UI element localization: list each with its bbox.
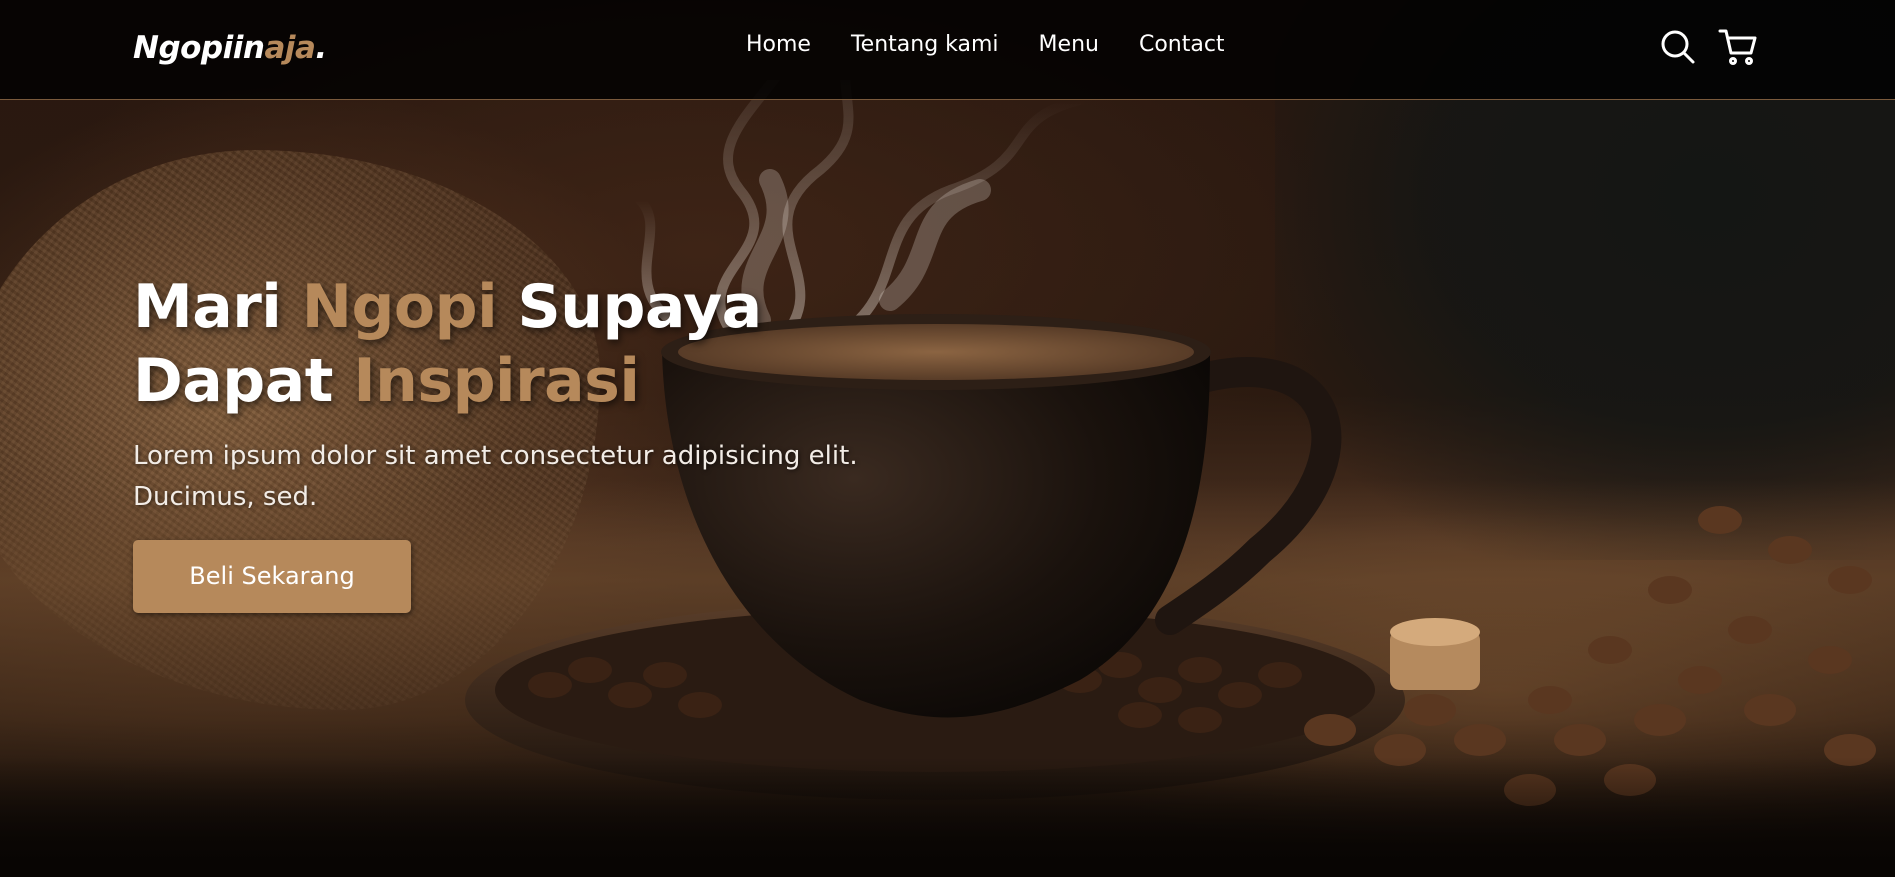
landing-page: Ngopiinaja. Home Tentang kami Menu Conta… xyxy=(0,0,1895,877)
hero-description-line: Ducimus, sed. xyxy=(133,482,318,512)
hero-title-word: Mari xyxy=(133,272,282,342)
nav-link-contact[interactable]: Contact xyxy=(1139,32,1225,57)
brand-name-accent: aja xyxy=(264,30,316,66)
nav-link-home[interactable]: Home xyxy=(746,32,811,57)
brand-logo[interactable]: Ngopiinaja. xyxy=(133,30,327,66)
hero-bottom-fade xyxy=(0,757,1895,877)
buy-now-button[interactable]: Beli Sekarang xyxy=(133,540,411,613)
hero-description-line: Lorem ipsum dolor sit amet consectetur a… xyxy=(133,441,858,471)
search-icon[interactable] xyxy=(1660,29,1696,65)
hero-description: Lorem ipsum dolor sit amet consectetur a… xyxy=(133,436,953,518)
nav-link-menu[interactable]: Menu xyxy=(1039,32,1099,57)
brand-name-suffix: . xyxy=(315,30,327,66)
hero-title-word: Supaya xyxy=(517,272,763,342)
brand-name-main: Ngopiin xyxy=(133,30,265,66)
hero-section: Mari Ngopi Supaya Dapat Inspirasi Lorem … xyxy=(133,270,953,613)
hero-title-accent-word: Inspirasi xyxy=(353,346,640,416)
nav-icons xyxy=(1660,28,1758,66)
nav-link-about[interactable]: Tentang kami xyxy=(851,32,999,57)
nav-links: Home Tentang kami Menu Contact xyxy=(746,32,1225,57)
hero-title-accent-word: Ngopi xyxy=(301,272,498,342)
shopping-cart-icon[interactable] xyxy=(1718,28,1758,66)
hero-title-word: Dapat xyxy=(133,346,333,416)
hero-title: Mari Ngopi Supaya Dapat Inspirasi xyxy=(133,270,953,418)
navbar: Ngopiinaja. Home Tentang kami Menu Conta… xyxy=(0,0,1895,100)
